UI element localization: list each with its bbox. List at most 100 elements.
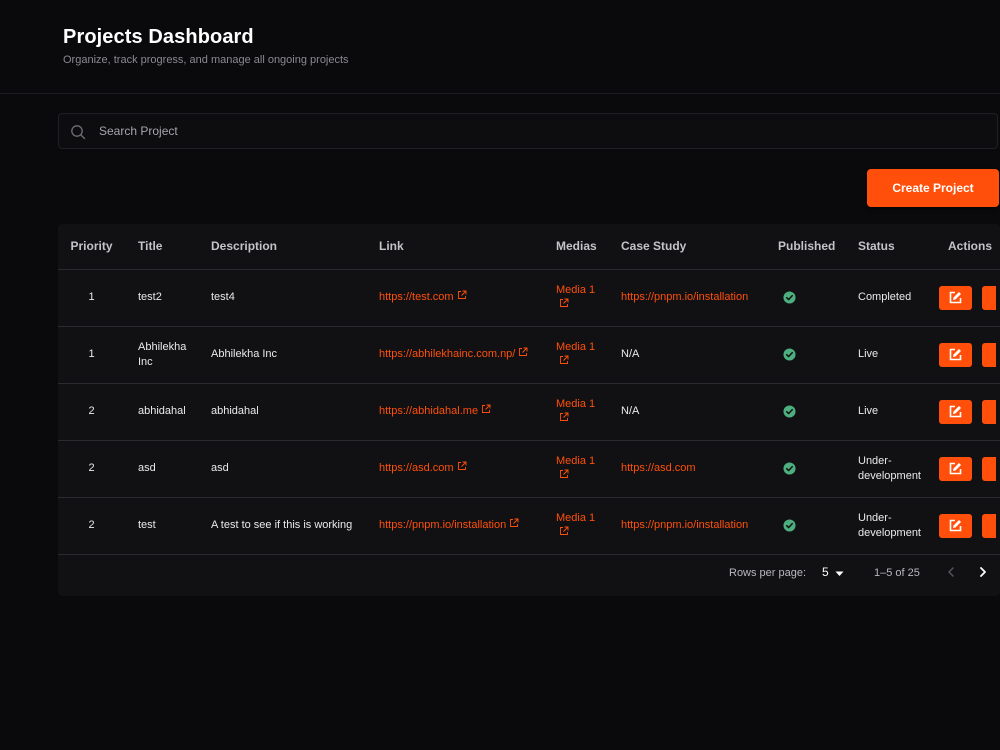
cell-actions	[935, 497, 1000, 555]
column-header-title[interactable]: Title	[125, 224, 198, 270]
cell-title: test2	[125, 269, 198, 327]
media-link[interactable]: Media 1	[556, 340, 608, 370]
edit-button[interactable]	[939, 456, 972, 481]
project-link-text[interactable]: https://abhilekhainc.com.np/	[379, 348, 515, 360]
check-circle-icon	[782, 519, 796, 532]
external-link-icon	[560, 469, 569, 478]
cell-media: Media 1	[543, 269, 608, 327]
chevron-left-icon[interactable]	[944, 565, 958, 579]
pagination-range: 1–5 of 25	[874, 567, 920, 579]
search-input[interactable]	[99, 114, 979, 148]
project-link[interactable]: https://abhidahal.me	[379, 404, 491, 417]
cell-priority: 2	[58, 383, 125, 441]
cell-published	[765, 440, 845, 498]
column-header-description[interactable]: Description	[198, 224, 366, 270]
column-header-link[interactable]: Link	[366, 224, 543, 270]
case-study-link[interactable]: https://pnpm.io/installation	[621, 291, 748, 303]
media-link-text[interactable]: Media 1	[556, 512, 595, 524]
table-body: 1 test2 test4 https://test.com Media 1 https:…	[58, 269, 1000, 555]
cell-status: Live	[845, 326, 935, 384]
pagination: Rows per page: 5 1–5 of 25	[58, 552, 1000, 596]
cell-media: Media 1	[543, 497, 608, 555]
page-title: Projects Dashboard	[63, 26, 254, 48]
edit-button[interactable]	[939, 399, 972, 424]
delete-button[interactable]	[982, 399, 996, 424]
project-link[interactable]: https://pnpm.io/installation	[379, 518, 519, 531]
rows-per-page-label: Rows per page:	[729, 567, 807, 579]
project-link[interactable]: https://abhilekhainc.com.np/	[379, 347, 528, 360]
delete-button[interactable]	[982, 456, 996, 481]
cell-title: asd	[125, 440, 198, 498]
table-header-row: Priority Title Description Link Medias C…	[58, 224, 1000, 270]
external-link-icon	[560, 355, 569, 364]
table-row: 1 Abhilekha Inc Abhilekha Inc https://abhil…	[58, 326, 1000, 384]
edit-icon	[949, 291, 962, 303]
cell-description: A test to see if this is working	[198, 497, 366, 555]
media-link[interactable]: Media 1	[556, 397, 608, 427]
project-link-text[interactable]: https://asd.com	[379, 462, 454, 474]
project-link-text[interactable]: https://test.com	[379, 291, 454, 303]
media-link[interactable]: Media 1	[556, 511, 608, 541]
edit-button[interactable]	[939, 285, 972, 310]
rows-per-page-select[interactable]: 5	[822, 565, 829, 579]
cell-description: test4	[198, 269, 366, 327]
cell-title: abhidahal	[125, 383, 198, 441]
media-link-text[interactable]: Media 1	[556, 455, 595, 467]
page-header: Projects Dashboard Organize, track progr…	[0, 0, 1000, 94]
edit-icon	[949, 462, 962, 474]
media-link[interactable]: Media 1	[556, 283, 608, 313]
delete-button[interactable]	[982, 285, 996, 310]
table-row: 2 asd asd https://asd.com Media 1 https://asd…	[58, 440, 1000, 498]
cell-priority: 2	[58, 497, 125, 555]
delete-button[interactable]	[982, 342, 996, 367]
cell-priority: 1	[58, 326, 125, 384]
column-header-status[interactable]: Status	[845, 224, 935, 270]
edit-button[interactable]	[939, 342, 972, 367]
cell-title: Abhilekha Inc	[125, 326, 198, 384]
external-link-icon	[457, 461, 467, 470]
external-link-icon	[560, 298, 569, 307]
column-header-medias[interactable]: Medias	[543, 224, 608, 270]
cell-published	[765, 497, 845, 555]
cell-description: asd	[198, 440, 366, 498]
media-link[interactable]: Media 1	[556, 454, 608, 484]
search-bar[interactable]	[58, 113, 998, 149]
media-link-text[interactable]: Media 1	[556, 398, 595, 410]
table-row: 2 abhidahal abhidahal https://abhidahal.me M…	[58, 383, 1000, 441]
project-link[interactable]: https://asd.com	[379, 461, 467, 474]
cell-description: Abhilekha Inc	[198, 326, 366, 384]
cell-media: Media 1	[543, 326, 608, 384]
cell-case-study: https://pnpm.io/installation	[608, 497, 765, 555]
cell-priority: 1	[58, 269, 125, 327]
project-link[interactable]: https://test.com	[379, 290, 467, 303]
column-header-published[interactable]: Published	[765, 224, 845, 270]
table-row: 2 test A test to see if this is working htt…	[58, 497, 1000, 555]
delete-button[interactable]	[982, 513, 996, 538]
case-study-link[interactable]: https://asd.com	[621, 462, 696, 474]
caret-down-icon[interactable]	[835, 571, 844, 577]
check-circle-icon	[782, 291, 796, 304]
check-circle-icon	[782, 462, 796, 475]
cell-case-study: https://asd.com	[608, 440, 765, 498]
external-link-icon	[510, 518, 519, 527]
cell-published	[765, 383, 845, 441]
external-link-icon	[457, 290, 467, 299]
cell-case-study: https://pnpm.io/installation	[608, 269, 765, 327]
project-link-text[interactable]: https://pnpm.io/installation	[379, 519, 506, 531]
case-study-link[interactable]: https://pnpm.io/installation	[621, 519, 748, 531]
cell-status: Under-development	[845, 497, 935, 555]
cell-link: https://test.com	[366, 269, 543, 327]
column-header-actions: Actions	[935, 224, 1000, 270]
cell-description: abhidahal	[198, 383, 366, 441]
cell-media: Media 1	[543, 383, 608, 441]
create-project-button[interactable]: Create Project	[867, 169, 999, 207]
edit-button[interactable]	[939, 513, 972, 538]
column-header-priority[interactable]: Priority	[58, 224, 125, 270]
media-link-text[interactable]: Media 1	[556, 284, 595, 296]
media-link-text[interactable]: Media 1	[556, 341, 595, 353]
project-link-text[interactable]: https://abhidahal.me	[379, 405, 478, 417]
column-header-case-study[interactable]: Case Study	[608, 224, 765, 270]
external-link-icon	[519, 347, 528, 356]
cell-link: https://abhilekhainc.com.np/	[366, 326, 543, 384]
chevron-right-icon[interactable]	[976, 565, 990, 579]
